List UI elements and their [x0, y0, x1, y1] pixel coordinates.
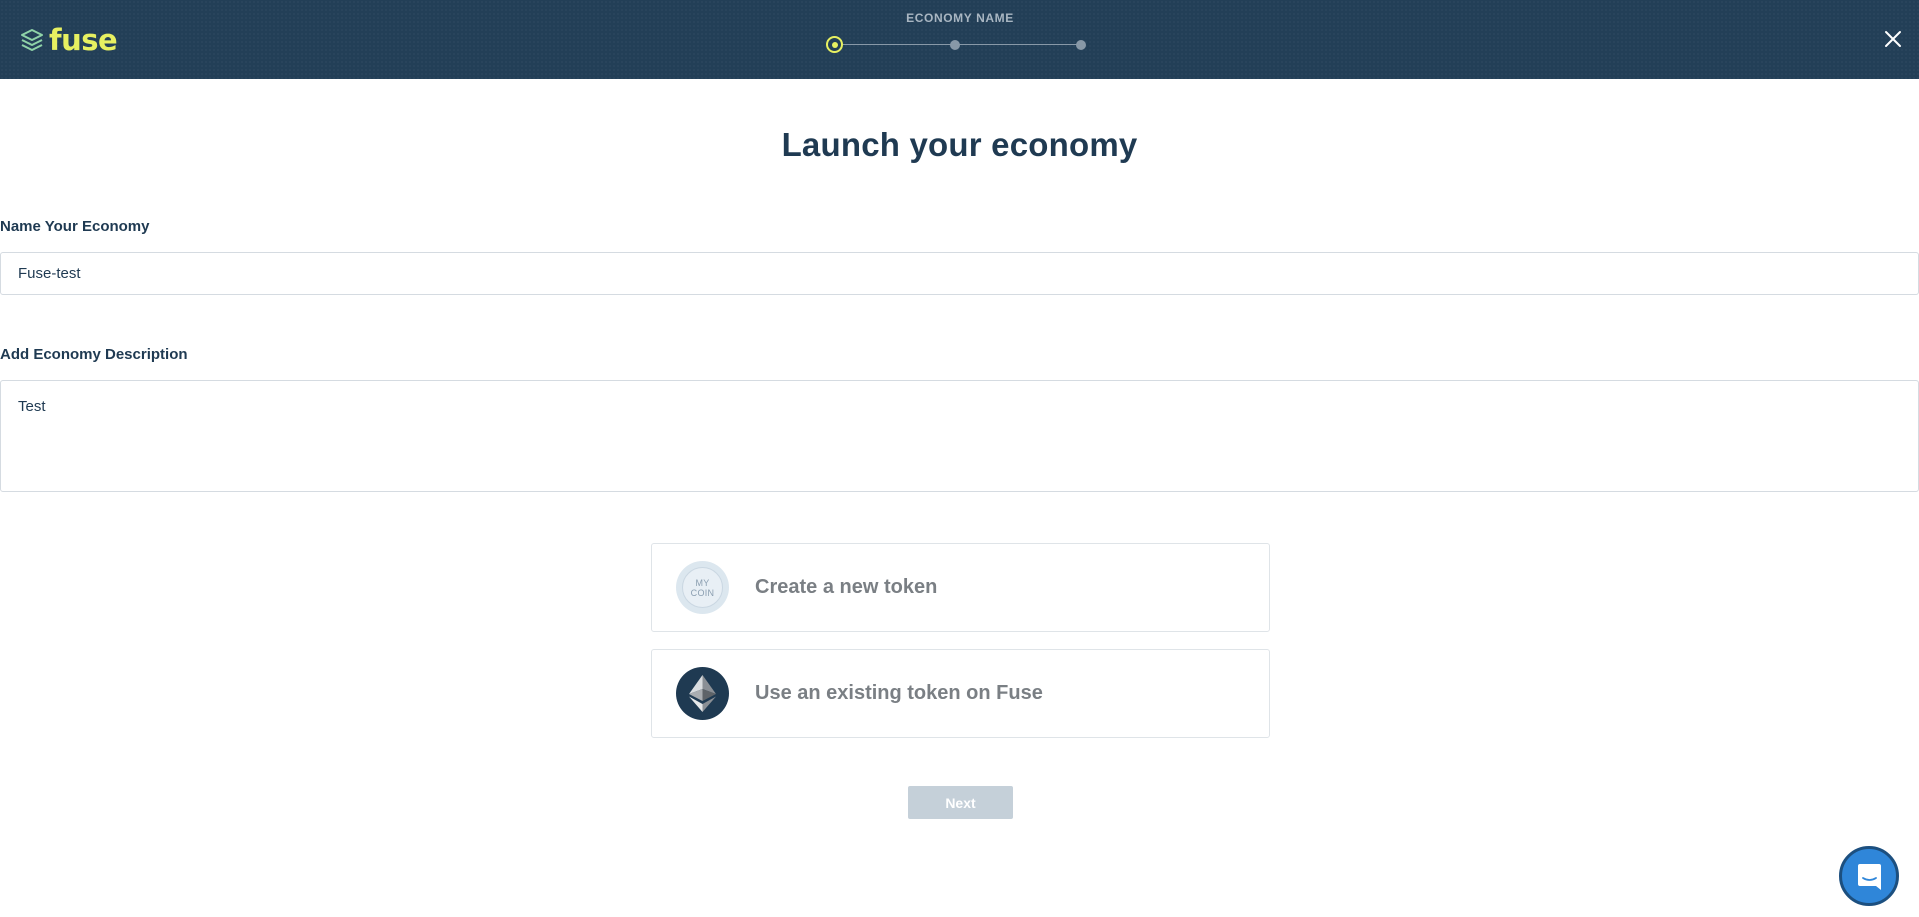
top-bar: fuse ECONOMY NAME	[0, 0, 1919, 79]
ethereum-icon	[676, 667, 729, 720]
stepper-step-2	[950, 40, 960, 50]
use-existing-token-option[interactable]: Use an existing token on Fuse	[651, 649, 1270, 738]
logo-text: fuse	[49, 23, 118, 57]
fuse-logo-icon	[21, 29, 43, 51]
close-icon	[1885, 31, 1901, 47]
economy-description-textarea[interactable]: Test	[0, 380, 1919, 492]
close-button[interactable]	[1882, 28, 1904, 50]
stepper-step-3	[1076, 40, 1086, 50]
create-new-token-option[interactable]: MY COIN Create a new token	[651, 543, 1270, 632]
my-coin-icon: MY COIN	[676, 561, 729, 614]
create-new-token-label: Create a new token	[755, 576, 938, 598]
economy-description-label: Add Economy Description	[0, 346, 188, 363]
stepper-step-1-active	[826, 36, 843, 53]
coin-text-line1: MY	[695, 577, 710, 588]
economy-name-label: Name Your Economy	[0, 218, 150, 235]
chat-icon	[1858, 864, 1881, 890]
chat-launcher-button[interactable]	[1839, 846, 1899, 906]
economy-name-input[interactable]	[0, 252, 1919, 295]
stepper-label: ECONOMY NAME	[906, 11, 1014, 25]
coin-text-line2: COIN	[690, 587, 715, 598]
fuse-logo[interactable]: fuse	[18, 22, 118, 58]
next-button[interactable]: Next	[908, 786, 1013, 819]
use-existing-token-label: Use an existing token on Fuse	[755, 682, 1043, 704]
page-title: Launch your economy	[781, 126, 1138, 163]
